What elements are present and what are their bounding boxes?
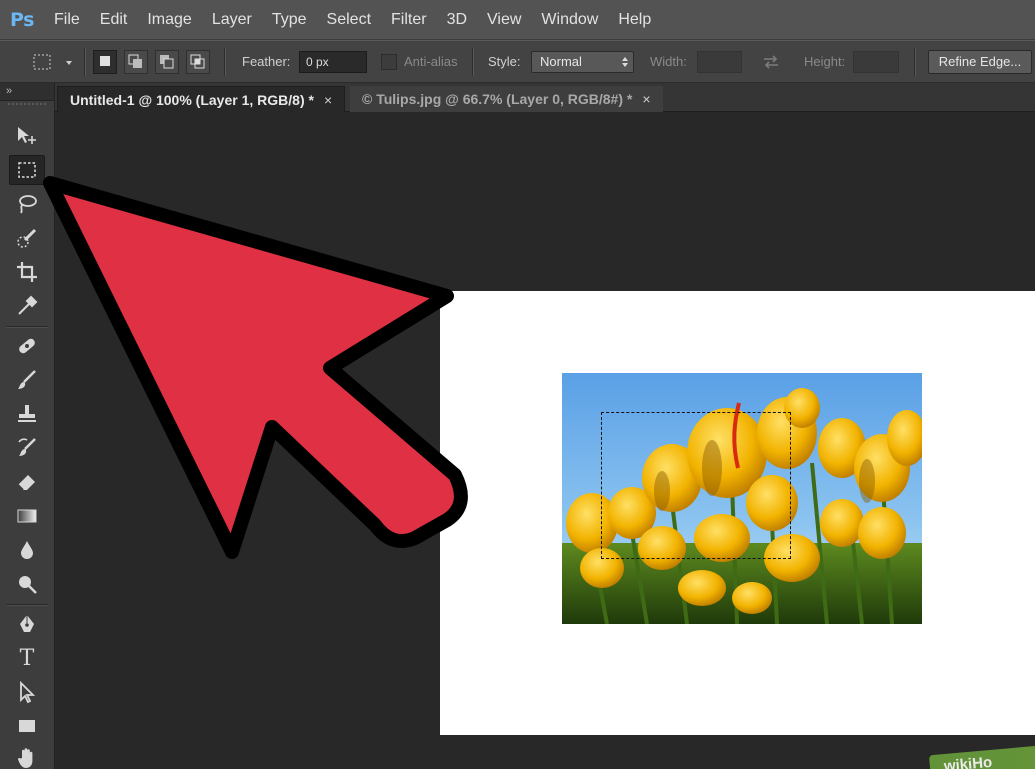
height-label: Height:: [804, 54, 846, 69]
antialias-checkbox[interactable]: [381, 54, 397, 70]
path-selection-icon: [20, 680, 36, 704]
menu-view[interactable]: View: [477, 0, 531, 40]
eyedropper-icon: [18, 295, 38, 315]
menu-layer[interactable]: Layer: [202, 0, 262, 40]
pen-tool[interactable]: [9, 609, 45, 639]
crop-icon: [17, 262, 37, 282]
close-icon[interactable]: ×: [642, 91, 650, 107]
document-tab-bar: Untitled-1 @ 100% (Layer 1, RGB/8) * × ©…: [55, 83, 1035, 112]
close-icon[interactable]: ×: [324, 92, 332, 108]
tool-preset-picker[interactable]: [30, 51, 78, 73]
blur-tool[interactable]: [9, 535, 45, 565]
eraser-tool[interactable]: [9, 467, 45, 497]
gradient-icon: [17, 509, 37, 523]
antialias-label: Anti-alias: [404, 54, 458, 69]
swap-arrows-icon[interactable]: [760, 52, 782, 72]
menu-file[interactable]: File: [44, 0, 90, 40]
type-tool[interactable]: T: [9, 643, 45, 673]
separator: [224, 48, 225, 76]
feather-input[interactable]: 0 px: [299, 51, 367, 73]
options-bar: Feather: 0 px Anti-alias Style: Normal W…: [0, 40, 1035, 83]
bandage-icon: [19, 338, 35, 354]
eraser-icon: [17, 475, 35, 491]
refine-edge-button[interactable]: Refine Edge...: [928, 50, 1032, 74]
tab-label: Untitled-1 @ 100% (Layer 1, RGB/8) *: [70, 91, 314, 108]
subtract-selection-icon: [160, 55, 174, 69]
menu-window[interactable]: Window: [531, 0, 608, 40]
stamp-icon: [18, 405, 36, 422]
path-selection-tool[interactable]: [9, 677, 45, 707]
rectangular-marquee-tool[interactable]: [9, 155, 45, 185]
history-brush-tool[interactable]: [9, 433, 45, 463]
separator: [6, 604, 48, 605]
style-label: Style:: [488, 54, 521, 69]
menu-3d[interactable]: 3D: [437, 0, 477, 40]
menu-help[interactable]: Help: [608, 0, 661, 40]
move-tool[interactable]: [9, 121, 45, 151]
style-select[interactable]: Normal: [531, 51, 634, 73]
add-to-selection-button[interactable]: [124, 50, 148, 74]
marquee-preset-icon: [33, 54, 72, 70]
style-select-value: Normal: [540, 54, 582, 69]
dodge-tool[interactable]: [9, 569, 45, 599]
brush-icon: [18, 370, 36, 389]
tools-panel-collapse[interactable]: »: [0, 83, 54, 101]
tab-label: © Tulips.jpg @ 66.7% (Layer 0, RGB/8#) *: [362, 91, 633, 107]
tab-untitled-1[interactable]: Untitled-1 @ 100% (Layer 1, RGB/8) * ×: [57, 86, 346, 112]
quick-selection-icon: [17, 228, 37, 248]
lasso-tool[interactable]: [9, 189, 45, 219]
spot-healing-brush-tool[interactable]: [9, 331, 45, 361]
hand-icon: [18, 748, 33, 768]
menu-image[interactable]: Image: [137, 0, 201, 40]
pen-icon: [20, 615, 34, 632]
separator: [84, 48, 85, 76]
new-selection-icon: [100, 56, 110, 66]
rectangle-tool[interactable]: [9, 711, 45, 741]
width-label: Width:: [650, 54, 687, 69]
history-brush-icon: [18, 438, 36, 456]
type-icon: T: [19, 645, 35, 671]
updown-chevron-icon: [622, 57, 628, 67]
new-selection-button[interactable]: [93, 50, 117, 74]
width-input[interactable]: [697, 51, 742, 73]
tools-panel: » T: [0, 83, 55, 769]
eyedropper-tool[interactable]: [9, 291, 45, 321]
height-input[interactable]: [853, 51, 899, 73]
quick-selection-tool[interactable]: [9, 223, 45, 253]
separator: [6, 326, 48, 327]
gradient-tool[interactable]: [9, 501, 45, 531]
menu-bar: Ps File Edit Image Layer Type Select Fil…: [0, 0, 1035, 40]
separator: [914, 48, 915, 76]
menu-type[interactable]: Type: [262, 0, 317, 40]
selection-marquee[interactable]: [601, 412, 791, 559]
dodge-icon: [19, 576, 37, 594]
menu-edit[interactable]: Edit: [90, 0, 138, 40]
crop-tool[interactable]: [9, 257, 45, 287]
menu-filter[interactable]: Filter: [381, 0, 437, 40]
rectangular-marquee-icon: [18, 162, 36, 178]
tools-panel-grip[interactable]: [8, 103, 46, 110]
photoshop-logo: Ps: [10, 8, 34, 31]
intersect-selection-icon: [190, 54, 205, 69]
brush-tool[interactable]: [9, 365, 45, 395]
menu-select[interactable]: Select: [317, 0, 381, 40]
rectangle-shape-icon: [19, 720, 35, 732]
lasso-icon: [19, 195, 37, 214]
separator: [472, 48, 473, 76]
intersect-selection-button[interactable]: [186, 50, 210, 74]
hand-tool[interactable]: [9, 743, 45, 769]
add-selection-icon: [128, 54, 142, 68]
feather-label: Feather:: [242, 54, 291, 69]
tab-tulips[interactable]: © Tulips.jpg @ 66.7% (Layer 0, RGB/8#) *…: [350, 86, 663, 112]
subtract-from-selection-button[interactable]: [155, 50, 179, 74]
move-icon: [18, 127, 36, 144]
clone-stamp-tool[interactable]: [9, 399, 45, 429]
water-drop-icon: [21, 541, 33, 559]
